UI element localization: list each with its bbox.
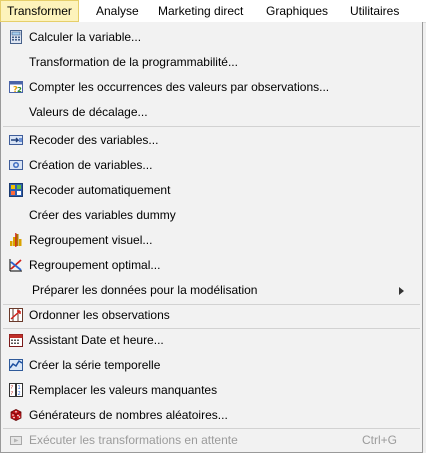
menu-item-programmability-transformation[interactable]: Transformation de la programmabilité... [1, 50, 422, 75]
menu-separator [3, 126, 420, 127]
menu-graphiques[interactable]: Graphiques [260, 0, 334, 22]
menu-item-label: Recoder des variables... [29, 133, 159, 147]
menu-item-recode-variables[interactable]: Recoder des variables... [1, 128, 422, 153]
run-pending-icon [10, 436, 22, 445]
svg-text:2: 2 [17, 86, 22, 94]
menu-item-label: Calculer la variable... [29, 30, 142, 44]
optimal-binning-icon [9, 259, 22, 272]
date-wizard-icon [9, 334, 23, 347]
menu-item-shortcut: Ctrl+G [361, 433, 397, 447]
menu-analyse[interactable]: Analyse [90, 0, 145, 22]
calculator-icon [10, 30, 22, 44]
recode-icon [9, 135, 23, 145]
menu-item-label: Assistant Date et heure... [29, 333, 164, 347]
menu-item-create-variables[interactable]: Création de variables... [1, 153, 422, 178]
menu-item-random-number-generators[interactable]: Générateurs de nombres aléatoires... [1, 403, 422, 428]
menu-item-create-dummy-variables[interactable]: Créer des variables dummy [1, 203, 422, 228]
menu-item-run-pending-transforms: Exécuter les transformations en attente … [1, 428, 422, 453]
submenu-arrow-icon [399, 287, 404, 295]
create-variables-icon [9, 160, 23, 170]
menu-item-replace-missing-values[interactable]: ? 1 ? 2 Remplacer les valeurs manquantes [1, 378, 422, 403]
menu-item-label: Transformation de la programmabilité... [29, 55, 238, 69]
menu-item-label: Créer des variables dummy [29, 208, 176, 222]
menu-marketing-direct[interactable]: Marketing direct [152, 0, 249, 22]
menu-item-label: Regroupement optimal... [29, 258, 161, 272]
menu-item-label: Compter les occurrences des valeurs par … [29, 80, 330, 94]
menu-item-compute-variable[interactable]: Calculer la variable... [1, 25, 422, 50]
menu-utilitaires[interactable]: Utilitaires [344, 0, 405, 22]
menu-item-label: Regroupement visuel... [29, 233, 153, 247]
menu-item-label: Générateurs de nombres aléatoires... [29, 408, 228, 422]
menu-item-label: Valeurs de décalage... [29, 105, 148, 119]
menu-item-count-values[interactable]: ? 2 Compter les occurrences des valeurs … [1, 75, 422, 100]
transform-dropdown-menu: Calculer la variable... Transformation d… [0, 22, 423, 453]
menu-item-visual-binning[interactable]: Regroupement visuel... [1, 228, 422, 253]
rank-cases-icon [9, 308, 23, 322]
menu-item-date-time-wizard[interactable]: Assistant Date et heure... [1, 328, 422, 353]
visual-binning-icon [10, 233, 22, 247]
menu-item-label: Création de variables... [29, 158, 153, 172]
menu-item-shift-values[interactable]: Valeurs de décalage... [1, 100, 422, 125]
menu-item-label: Ordonner les observations [29, 308, 170, 322]
count-values-icon: ? 2 [9, 81, 23, 94]
menu-item-prepare-data-for-modeling[interactable]: Préparer les données pour la modélisatio… [1, 278, 422, 303]
menu-bar: Transformer Analyse Marketing direct Gra… [0, 0, 426, 23]
dice-icon [10, 409, 22, 421]
menu-item-label: Recoder automatiquement [29, 183, 171, 197]
auto-recode-icon [9, 183, 23, 197]
menu-item-label: Créer la série temporelle [29, 358, 161, 372]
menu-item-label: Remplacer les valeurs manquantes [29, 383, 218, 397]
menu-item-automatic-recode[interactable]: Recoder automatiquement [1, 178, 422, 203]
svg-text:2: 2 [18, 391, 21, 397]
menu-item-optimal-binning[interactable]: Regroupement optimal... [1, 253, 422, 278]
menu-transformer[interactable]: Transformer [0, 0, 79, 22]
menu-item-create-time-series[interactable]: Créer la série temporelle [1, 353, 422, 378]
missing-values-icon: ? 1 ? 2 [9, 383, 23, 397]
menu-item-label: Exécuter les transformations en attente [29, 433, 238, 447]
time-series-icon [9, 359, 23, 371]
menu-item-label: Préparer les données pour la modélisatio… [32, 283, 258, 297]
svg-text:?: ? [11, 391, 14, 397]
menu-item-rank-cases[interactable]: Ordonner les observations [1, 303, 422, 328]
